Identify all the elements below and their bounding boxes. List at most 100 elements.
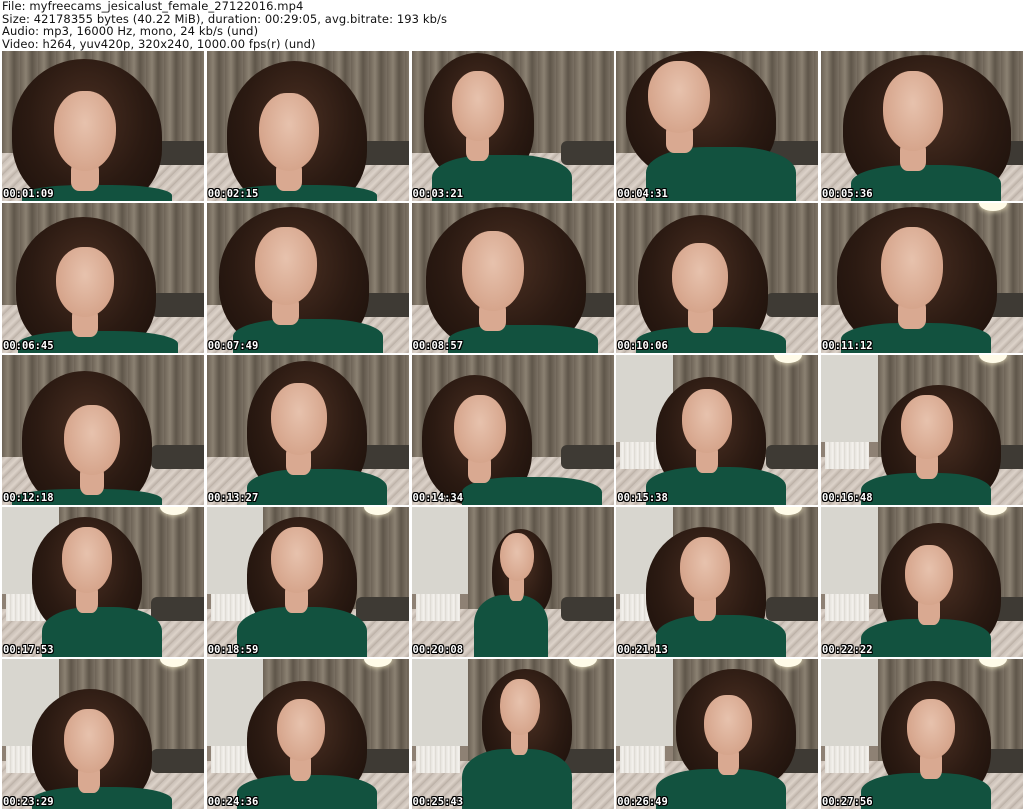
timestamp-label: 00:14:34 — [412, 492, 464, 504]
pillow — [151, 445, 204, 469]
video-thumbnail[interactable]: 00:18:59 — [206, 507, 409, 657]
video-thumbnail[interactable]: 00:12:18 — [2, 355, 204, 505]
window — [616, 659, 673, 746]
video-thumbnail[interactable]: 00:06:45 — [2, 203, 204, 353]
video-thumbnail[interactable]: 00:14:34 — [411, 355, 614, 505]
video-thumbnail[interactable]: 00:22:22 — [821, 507, 1023, 657]
green-shirt — [461, 749, 572, 809]
timestamp-label: 00:27:56 — [822, 796, 873, 808]
face — [276, 699, 325, 761]
radiator — [825, 746, 870, 773]
timestamp-label: 00:03:21 — [412, 188, 464, 200]
timestamp-label: 00:11:12 — [822, 340, 873, 352]
video-thumbnail[interactable]: 00:13:27 — [206, 355, 409, 505]
face — [254, 227, 317, 305]
timestamp-label: 00:18:59 — [207, 644, 259, 656]
green-shirt — [447, 325, 598, 353]
green-shirt — [646, 147, 797, 201]
radiator — [620, 746, 665, 773]
face — [258, 93, 319, 171]
video-thumbnail[interactable]: 00:01:09 — [2, 51, 204, 201]
timestamp-label: 00:16:48 — [822, 492, 873, 504]
thumbnail-grid: 00:01:09 00:02:15 00:03:21 00:04:31 00:0… — [2, 51, 1023, 811]
video-thumbnail[interactable]: 00:02:15 — [206, 51, 409, 201]
green-shirt — [851, 165, 1001, 201]
timestamp-label: 00:02:15 — [207, 188, 259, 200]
face — [901, 395, 953, 459]
timestamp-label: 00:26:49 — [617, 796, 668, 808]
timestamp-label: 00:06:45 — [3, 340, 54, 352]
pillow — [560, 141, 614, 165]
video-thumbnail[interactable]: 00:11:12 — [821, 203, 1023, 353]
face — [64, 405, 120, 475]
timestamp-label: 00:22:22 — [822, 644, 873, 656]
video-thumbnail[interactable]: 00:23:29 — [2, 659, 204, 809]
radiator — [415, 746, 460, 773]
face — [704, 695, 753, 755]
video-thumbnail[interactable]: 00:16:48 — [821, 355, 1023, 505]
video-thumbnail[interactable]: 00:17:53 — [2, 507, 204, 657]
face — [883, 71, 943, 151]
timestamp-label: 00:23:29 — [3, 796, 54, 808]
face — [648, 61, 711, 133]
face — [453, 395, 506, 463]
face — [54, 91, 116, 171]
timestamp-label: 00:24:36 — [207, 796, 259, 808]
pillow — [765, 445, 819, 469]
video-thumbnail[interactable]: 00:27:56 — [821, 659, 1023, 809]
pillow — [151, 749, 204, 773]
face — [682, 389, 733, 453]
video-thumbnail[interactable]: 00:10:06 — [616, 203, 819, 353]
window — [411, 659, 469, 746]
pillow — [151, 597, 204, 621]
face — [270, 383, 327, 455]
face — [270, 527, 323, 593]
window — [411, 507, 469, 594]
radiator — [825, 442, 870, 469]
face — [680, 537, 731, 601]
radiator — [415, 594, 460, 621]
face — [461, 231, 524, 311]
timestamp-label: 00:07:49 — [207, 340, 259, 352]
video-thumbnail[interactable]: 00:05:36 — [821, 51, 1023, 201]
green-shirt — [473, 595, 548, 657]
timestamp-label: 00:21:13 — [617, 644, 668, 656]
window — [821, 507, 878, 594]
radiator — [825, 594, 870, 621]
face — [451, 71, 504, 141]
video-thumbnail[interactable]: 00:15:38 — [616, 355, 819, 505]
pillow — [765, 597, 819, 621]
timestamp-label: 00:08:57 — [412, 340, 464, 352]
audio-info-line: Audio: mp3, 16000 Hz, mono, 24 kb/s (und… — [2, 24, 259, 38]
video-thumbnail[interactable]: 00:24:36 — [206, 659, 409, 809]
pillow — [765, 293, 819, 317]
face — [499, 679, 540, 735]
green-shirt — [42, 607, 162, 657]
timestamp-label: 00:17:53 — [3, 644, 54, 656]
pillow — [560, 445, 614, 469]
face — [499, 533, 534, 581]
green-shirt — [656, 615, 787, 657]
timestamp-label: 00:01:09 — [3, 188, 54, 200]
video-thumbnail[interactable]: 00:25:43 — [411, 659, 614, 809]
timestamp-label: 00:10:06 — [617, 340, 668, 352]
video-thumbnail[interactable]: 00:03:21 — [411, 51, 614, 201]
face — [64, 709, 114, 773]
face — [881, 227, 943, 309]
pillow — [560, 597, 614, 621]
window — [821, 659, 878, 746]
pillow — [151, 293, 204, 317]
timestamp-label: 00:13:27 — [207, 492, 259, 504]
pillow — [356, 597, 409, 621]
video-thumbnail[interactable]: 00:21:13 — [616, 507, 819, 657]
video-thumbnail[interactable]: 00:20:08 — [411, 507, 614, 657]
video-thumbnail[interactable]: 00:08:57 — [411, 203, 614, 353]
video-thumbnail[interactable]: 00:04:31 — [616, 51, 819, 201]
green-shirt — [246, 469, 387, 505]
face — [672, 243, 729, 313]
video-info-line: Video: h264, yuv420p, 320x240, 1000.00 f… — [2, 36, 316, 51]
video-thumbnail[interactable]: 00:26:49 — [616, 659, 819, 809]
video-thumbnail[interactable]: 00:07:49 — [206, 203, 409, 353]
file-info-header: File: myfreecams_jesicalust_female_27122… — [2, 0, 1022, 50]
face — [56, 247, 114, 317]
